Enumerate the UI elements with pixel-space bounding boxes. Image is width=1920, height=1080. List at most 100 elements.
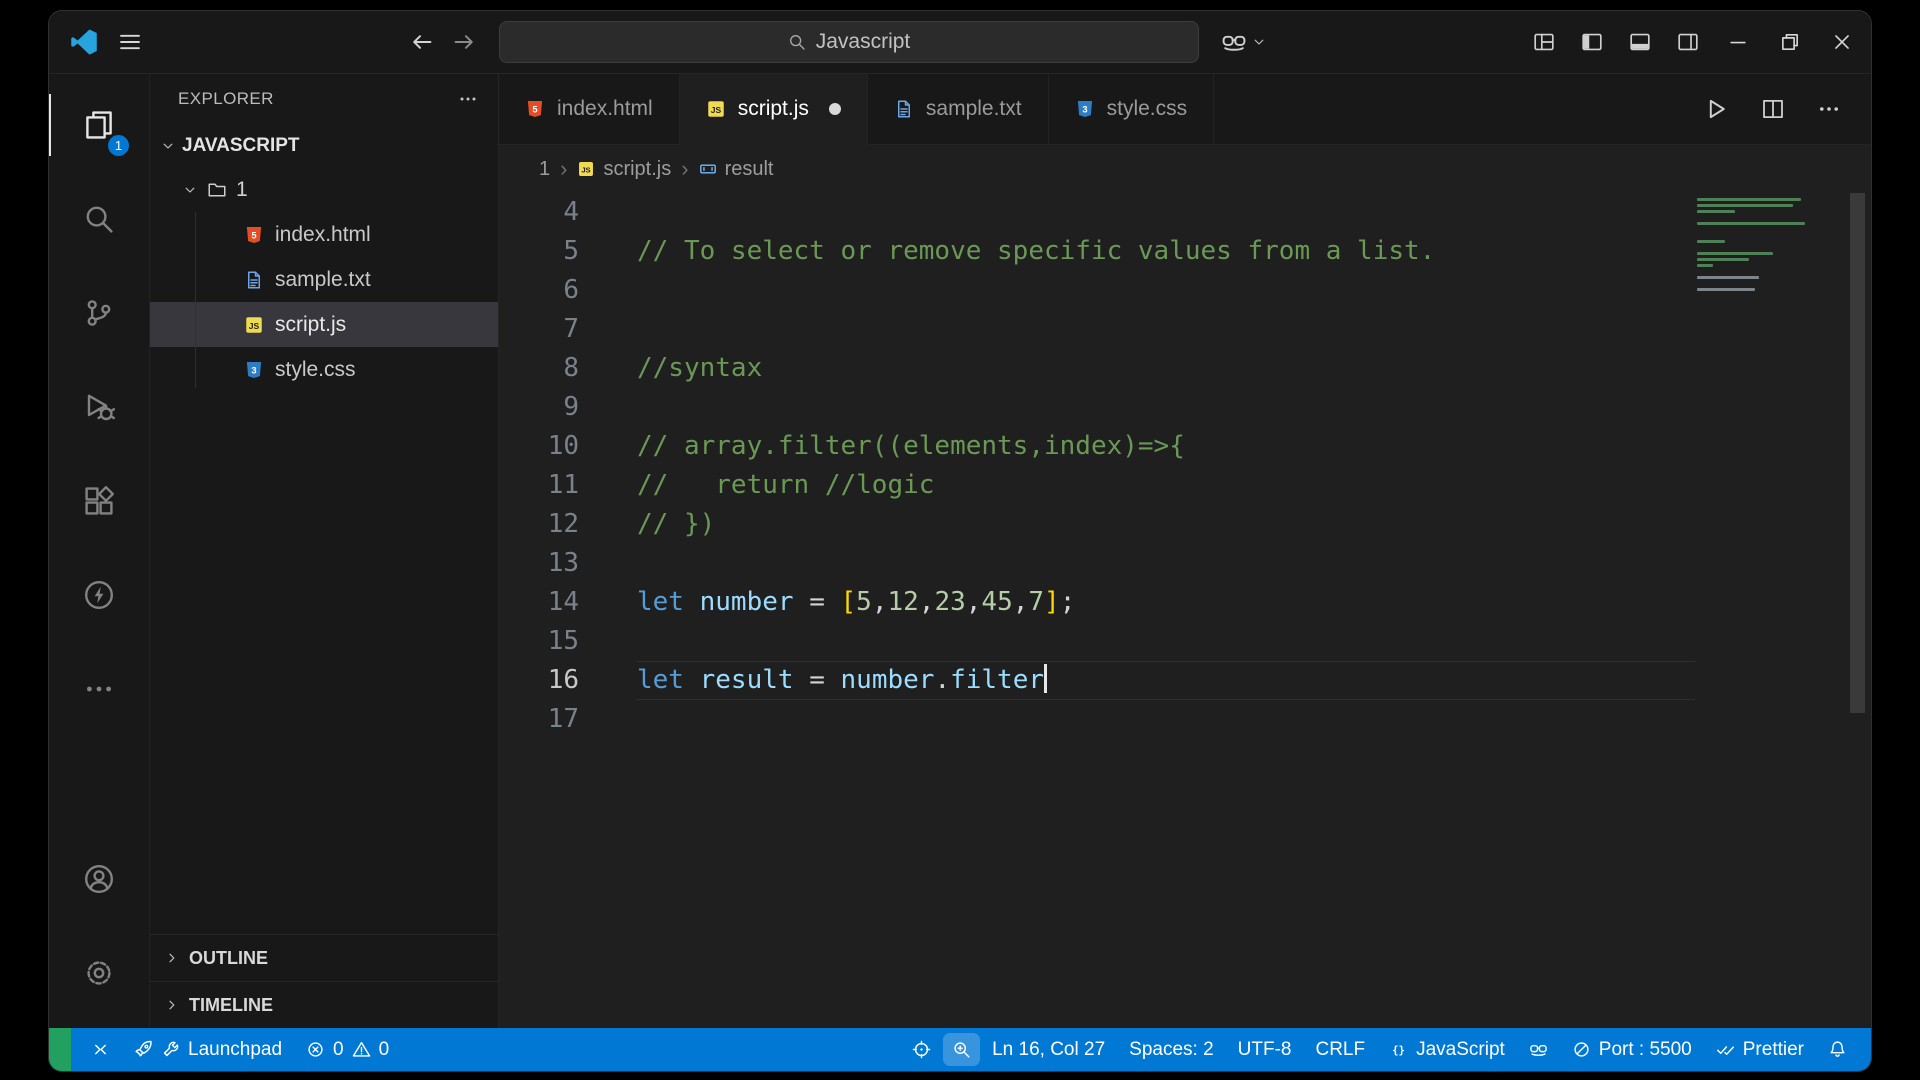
status-remote-indicator[interactable] [79,1028,122,1071]
status-prettier[interactable]: Prettier [1704,1028,1816,1071]
minimap-line [1697,240,1725,243]
activity-item-accounts[interactable] [49,832,149,926]
activity-item-source-control[interactable] [49,266,149,360]
minimap-line [1697,204,1793,207]
code-line-content[interactable] [637,544,1695,583]
run-code-button[interactable] [1703,96,1729,122]
editor[interactable]: 4 5 // To select or remove specific values… [499,193,1871,1028]
forward-button[interactable] [451,29,477,55]
sidebar-more-actions-icon[interactable] [458,89,478,109]
breadcrumb-item-symbol[interactable]: result [699,158,773,181]
code-line-content[interactable] [637,193,1695,232]
status-cursor-position[interactable]: Ln 16, Col 27 [980,1028,1117,1071]
status-problems[interactable]: 00 [294,1028,401,1071]
file-item-style.css[interactable]: 3 style.css [150,347,498,392]
file-item-sample.txt[interactable]: sample.txt [150,257,498,302]
file-item-index.html[interactable]: 5 index.html [150,212,498,257]
folder-icon [207,180,227,200]
code-line-content[interactable]: let number = [5,12,23,45,7]; [637,583,1695,622]
code-line-content[interactable]: //syntax [637,349,1695,388]
code-line-content[interactable] [637,271,1695,310]
search-text: Javascript [815,30,911,53]
status-left: Launchpad 0 0 [49,1028,401,1071]
back-button[interactable] [409,29,435,55]
status-encoding[interactable]: UTF-8 [1226,1028,1304,1071]
warning-icon [352,1040,371,1059]
file-name: script.js [275,312,347,336]
line-number: 7 [563,314,579,344]
layout-controls [1533,31,1699,53]
tab-index.html[interactable]: 5 index.html [499,74,680,144]
minimize-button[interactable] [1727,31,1749,53]
code-line-content[interactable] [637,622,1695,661]
scrollbar[interactable] [1850,193,1865,713]
code-line-content[interactable]: // array.filter((elements,index)=>{ [637,427,1695,466]
code-line-content[interactable]: let result = number.filter [637,661,1695,700]
activity-item-more-views[interactable] [49,642,149,736]
status-zoom-indicator[interactable] [943,1033,981,1066]
svg-text:JS: JS [582,165,591,174]
copilot-icon[interactable] [1221,29,1247,55]
svg-text:JS: JS [249,320,260,330]
status-language-mode[interactable]: {} JavaScript [1377,1028,1517,1071]
tab-script.js[interactable]: JS script.js [679,74,868,145]
status-indentation[interactable]: Spaces: 2 [1117,1028,1226,1071]
bell-icon [1828,1040,1847,1059]
status-notifications[interactable] [1816,1028,1859,1071]
code-line: 9 [499,388,1871,427]
menu-icon[interactable] [117,29,143,55]
code-line-content[interactable] [637,388,1695,427]
outline-panel[interactable]: OUTLINE [150,934,498,981]
editor-more-actions-icon[interactable] [1817,97,1841,121]
window-controls [1727,31,1853,53]
sidebar-header: EXPLORER [150,74,498,124]
split-editor-icon[interactable] [1761,97,1785,121]
maximize-restore-button[interactable] [1779,31,1801,53]
code-line-content[interactable] [637,700,1695,739]
line-number: 8 [563,353,579,383]
file-name: index.html [275,222,371,246]
dirty-indicator[interactable] [828,103,841,115]
svg-text:{}: {} [1392,1043,1405,1056]
tab-style.css[interactable]: 3 style.css [1048,74,1215,144]
breadcrumb-item-folder[interactable]: 1 [539,158,550,181]
workspace-section[interactable]: JAVASCRIPT [150,124,498,168]
svg-text:5: 5 [532,104,537,114]
activity-item-settings[interactable] [49,926,149,1020]
status-copilot[interactable] [1517,1028,1560,1071]
breadcrumb-item-file[interactable]: JS script.js [577,158,671,181]
activity-item-extensions[interactable] [49,454,149,548]
status-live-server-port[interactable]: Port : 5500 [1560,1028,1704,1071]
folder-item[interactable]: 1 [150,168,498,212]
minimap-line [1697,276,1759,279]
files-icon [83,109,115,141]
code-line-content[interactable]: // }) [637,505,1695,544]
code-line-content[interactable] [637,310,1695,349]
activity-item-run-and-debug[interactable] [49,360,149,454]
activity-item-search[interactable] [49,172,149,266]
status-screencast-target[interactable] [900,1028,943,1071]
command-center-search[interactable]: Javascript [499,21,1199,63]
toggle-panel-icon[interactable] [1629,31,1651,53]
search-icon [83,203,115,235]
status-bar: Launchpad 0 0 Ln 16, Col 27 Spaces: 2 UTF-8 C… [49,1028,1871,1071]
tab-sample.txt[interactable]: sample.txt [867,74,1049,144]
minimap[interactable] [1697,195,1823,294]
file-item-script.js[interactable]: JS script.js [150,302,498,347]
activity-item-explorer[interactable]: 1 [49,78,149,172]
status-text: CRLF [1315,1038,1366,1060]
close-button[interactable] [1831,31,1853,53]
code-line-content[interactable]: // return //logic [637,466,1695,505]
debug-icon [83,391,115,423]
chevron-down-icon[interactable] [1251,34,1267,50]
explorer-sidebar: EXPLORER JAVASCRIPT 1 5 index.html sample.… [150,74,499,1028]
status-launchpad[interactable]: Launchpad [122,1028,294,1071]
line-number: 15 [547,626,579,656]
toggle-primary-sidebar-icon[interactable] [1581,31,1603,53]
activity-item-thunder-client[interactable] [49,548,149,642]
code-line-content[interactable]: // To select or remove specific values f… [637,232,1695,271]
timeline-panel[interactable]: TIMELINE [150,981,498,1028]
customize-layout-icon[interactable] [1533,31,1555,53]
status-eol[interactable]: CRLF [1303,1028,1377,1071]
toggle-secondary-sidebar-icon[interactable] [1677,31,1699,53]
